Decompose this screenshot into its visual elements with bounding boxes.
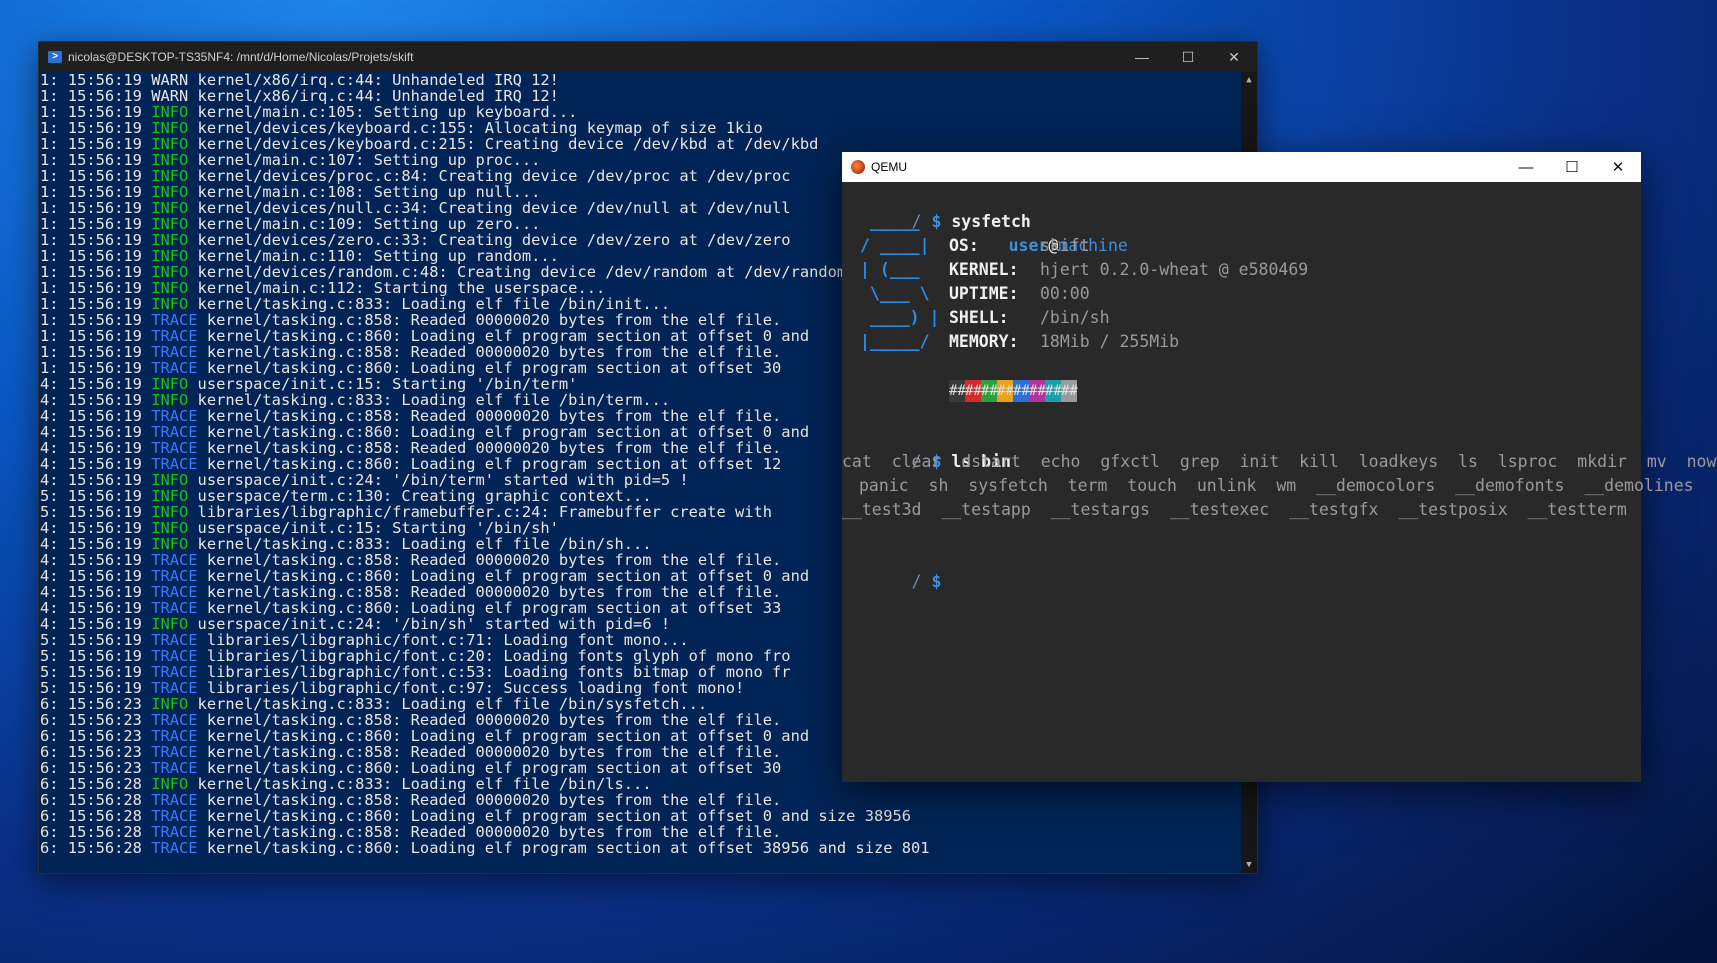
ls-entry: now [1686,452,1717,471]
ls-entry: mv [1646,452,1667,471]
scroll-down-arrow-icon[interactable]: ▼ [1241,857,1257,873]
color-swatches: ################ [949,378,1078,402]
info-row: MEMORY: 18Mib / 255Mib [949,330,1179,354]
info-label: MEMORY: [949,332,1019,351]
ls-entry: cat [842,452,872,471]
info-value: hjert 0.2.0-wheat @ e580469 [1040,260,1309,279]
ls-entry: sysfetch [968,476,1048,495]
ls-entry: panic [859,476,909,495]
log-line: 1: 15:56:19 INFO kernel/main.c:105: Sett… [40,104,1241,120]
info-row: KERNEL: hjert 0.2.0-wheat @ e580469 [949,258,1308,282]
ls-output-row: __test3d __testapp __testargs __testexec… [842,498,1627,522]
qemu-minimize-button[interactable]: — [1503,152,1549,182]
ls-entry: echo [1040,452,1081,471]
info-value: skift [1040,236,1090,255]
ls-entry: ls [1458,452,1478,471]
terminal-titlebar[interactable]: > nicolas@DESKTOP-TS35NF4: /mnt/d/Home/N… [39,42,1257,72]
logo-line: _____ [860,212,920,231]
info-value: 18Mib / 255Mib [1040,332,1180,351]
ls-output-row: cat clear dstart echo gfxctl grep init k… [842,450,1716,474]
ls-entry: clear [891,452,942,471]
ls-entry: __testposix [1398,500,1508,519]
qemu-titlebar[interactable]: QEMU — ☐ ✕ [842,152,1641,182]
logo-line: |_____/ [860,332,930,351]
qemu-title: QEMU [871,160,907,174]
color-swatch: ## [1045,379,1062,402]
ls-entry: lsproc [1497,452,1558,471]
info-label: KERNEL: [949,260,1019,279]
ls-entry: touch [1127,476,1177,495]
ls-entry: __democolors [1316,476,1436,495]
info-row: UPTIME: 00:00 [949,282,1090,306]
prompt-dollar: $ [931,572,942,591]
ls-entry: kill [1299,452,1339,471]
ls-entry: loadkeys [1358,452,1439,471]
prompt-dir: / [911,572,922,591]
logo-line: | (___ [860,260,920,279]
info-row: SHELL: /bin/sh [949,306,1110,330]
qemu-app-icon [851,160,865,174]
ls-entry: sh [928,476,949,495]
log-line: 1: 15:56:19 WARN kernel/x86/irq.c:44: Un… [40,88,1241,104]
log-timestamp: 6: 15:56:28 [40,839,152,857]
ls-entry: dstart [961,452,1021,471]
color-swatch: ## [949,379,966,402]
info-label: OS: [949,236,979,255]
color-swatch: ## [981,379,998,402]
ls-entry: __test3d [842,500,922,519]
ls-entry: __testgfx [1289,500,1379,519]
ls-output-row: panic sh sysfetch term touch unlink wm _… [859,474,1694,498]
qemu-window[interactable]: QEMU — ☐ ✕ / $ sysfetch _____ / ____| | … [842,152,1716,782]
color-swatch: ## [1013,379,1030,402]
scroll-up-arrow-icon[interactable]: ▲ [1241,72,1257,88]
color-swatch: ## [1061,379,1078,402]
log-line: 6: 15:56:28 TRACE kernel/tasking.c:858: … [40,792,1241,808]
qemu-maximize-button[interactable]: ☐ [1549,152,1595,182]
ls-entry: __demofonts [1455,476,1565,495]
ls-entry: __testexec [1169,500,1270,519]
prompt-line[interactable]: / $ [852,546,942,618]
log-message: kernel/tasking.c:860: Loading elf progra… [197,839,930,857]
logo-line: \___ \ [860,284,930,303]
ls-entry: mkdir [1577,452,1627,471]
maximize-button[interactable]: ☐ [1165,42,1211,72]
ls-entry: __testargs [1050,500,1150,519]
logo-line: ____) | [860,308,940,327]
minimize-button[interactable]: — [1119,42,1165,72]
qemu-close-button[interactable]: ✕ [1595,152,1641,182]
close-button[interactable]: ✕ [1211,42,1257,72]
ls-entry: init [1239,452,1280,471]
log-line: 6: 15:56:28 TRACE kernel/tasking.c:860: … [40,808,1241,824]
log-level: TRACE [151,839,198,857]
log-line: 6: 15:56:28 TRACE kernel/tasking.c:860: … [40,840,1241,856]
ls-entry: __testapp [941,500,1031,519]
qemu-screen[interactable]: / $ sysfetch _____ / ____| | (___ \___ \… [842,182,1716,782]
log-line: 6: 15:56:28 TRACE kernel/tasking.c:858: … [40,824,1241,840]
logo-line: / ____| [860,236,930,255]
log-line: 1: 15:56:19 WARN kernel/x86/irq.c:44: Un… [40,72,1241,88]
info-row: OS: skift [949,234,1090,258]
ls-entry: term [1067,476,1108,495]
color-swatch: ## [965,379,982,402]
terminal-title: nicolas@DESKTOP-TS35NF4: /mnt/d/Home/Nic… [68,50,414,64]
ls-entry: gfxctl [1100,452,1160,471]
ls-entry: __testterm [1527,500,1627,519]
info-label: SHELL: [949,308,1009,327]
info-value: /bin/sh [1040,308,1110,327]
color-swatch: ## [1029,379,1046,402]
info-value: 00:00 [1040,284,1090,303]
ls-entry: __demolines [1584,476,1694,495]
prompt-dollar: $ [931,212,942,231]
ls-entry: grep [1179,452,1220,471]
color-swatch: ## [997,379,1014,402]
info-label: UPTIME: [949,284,1019,303]
ls-entry: wm [1276,476,1297,495]
log-line: 1: 15:56:19 INFO kernel/devices/keyboard… [40,120,1241,136]
log-line: 1: 15:56:19 INFO kernel/devices/keyboard… [40,136,1241,152]
ls-entry: unlink [1196,476,1257,495]
terminal-app-icon: > [48,51,62,63]
